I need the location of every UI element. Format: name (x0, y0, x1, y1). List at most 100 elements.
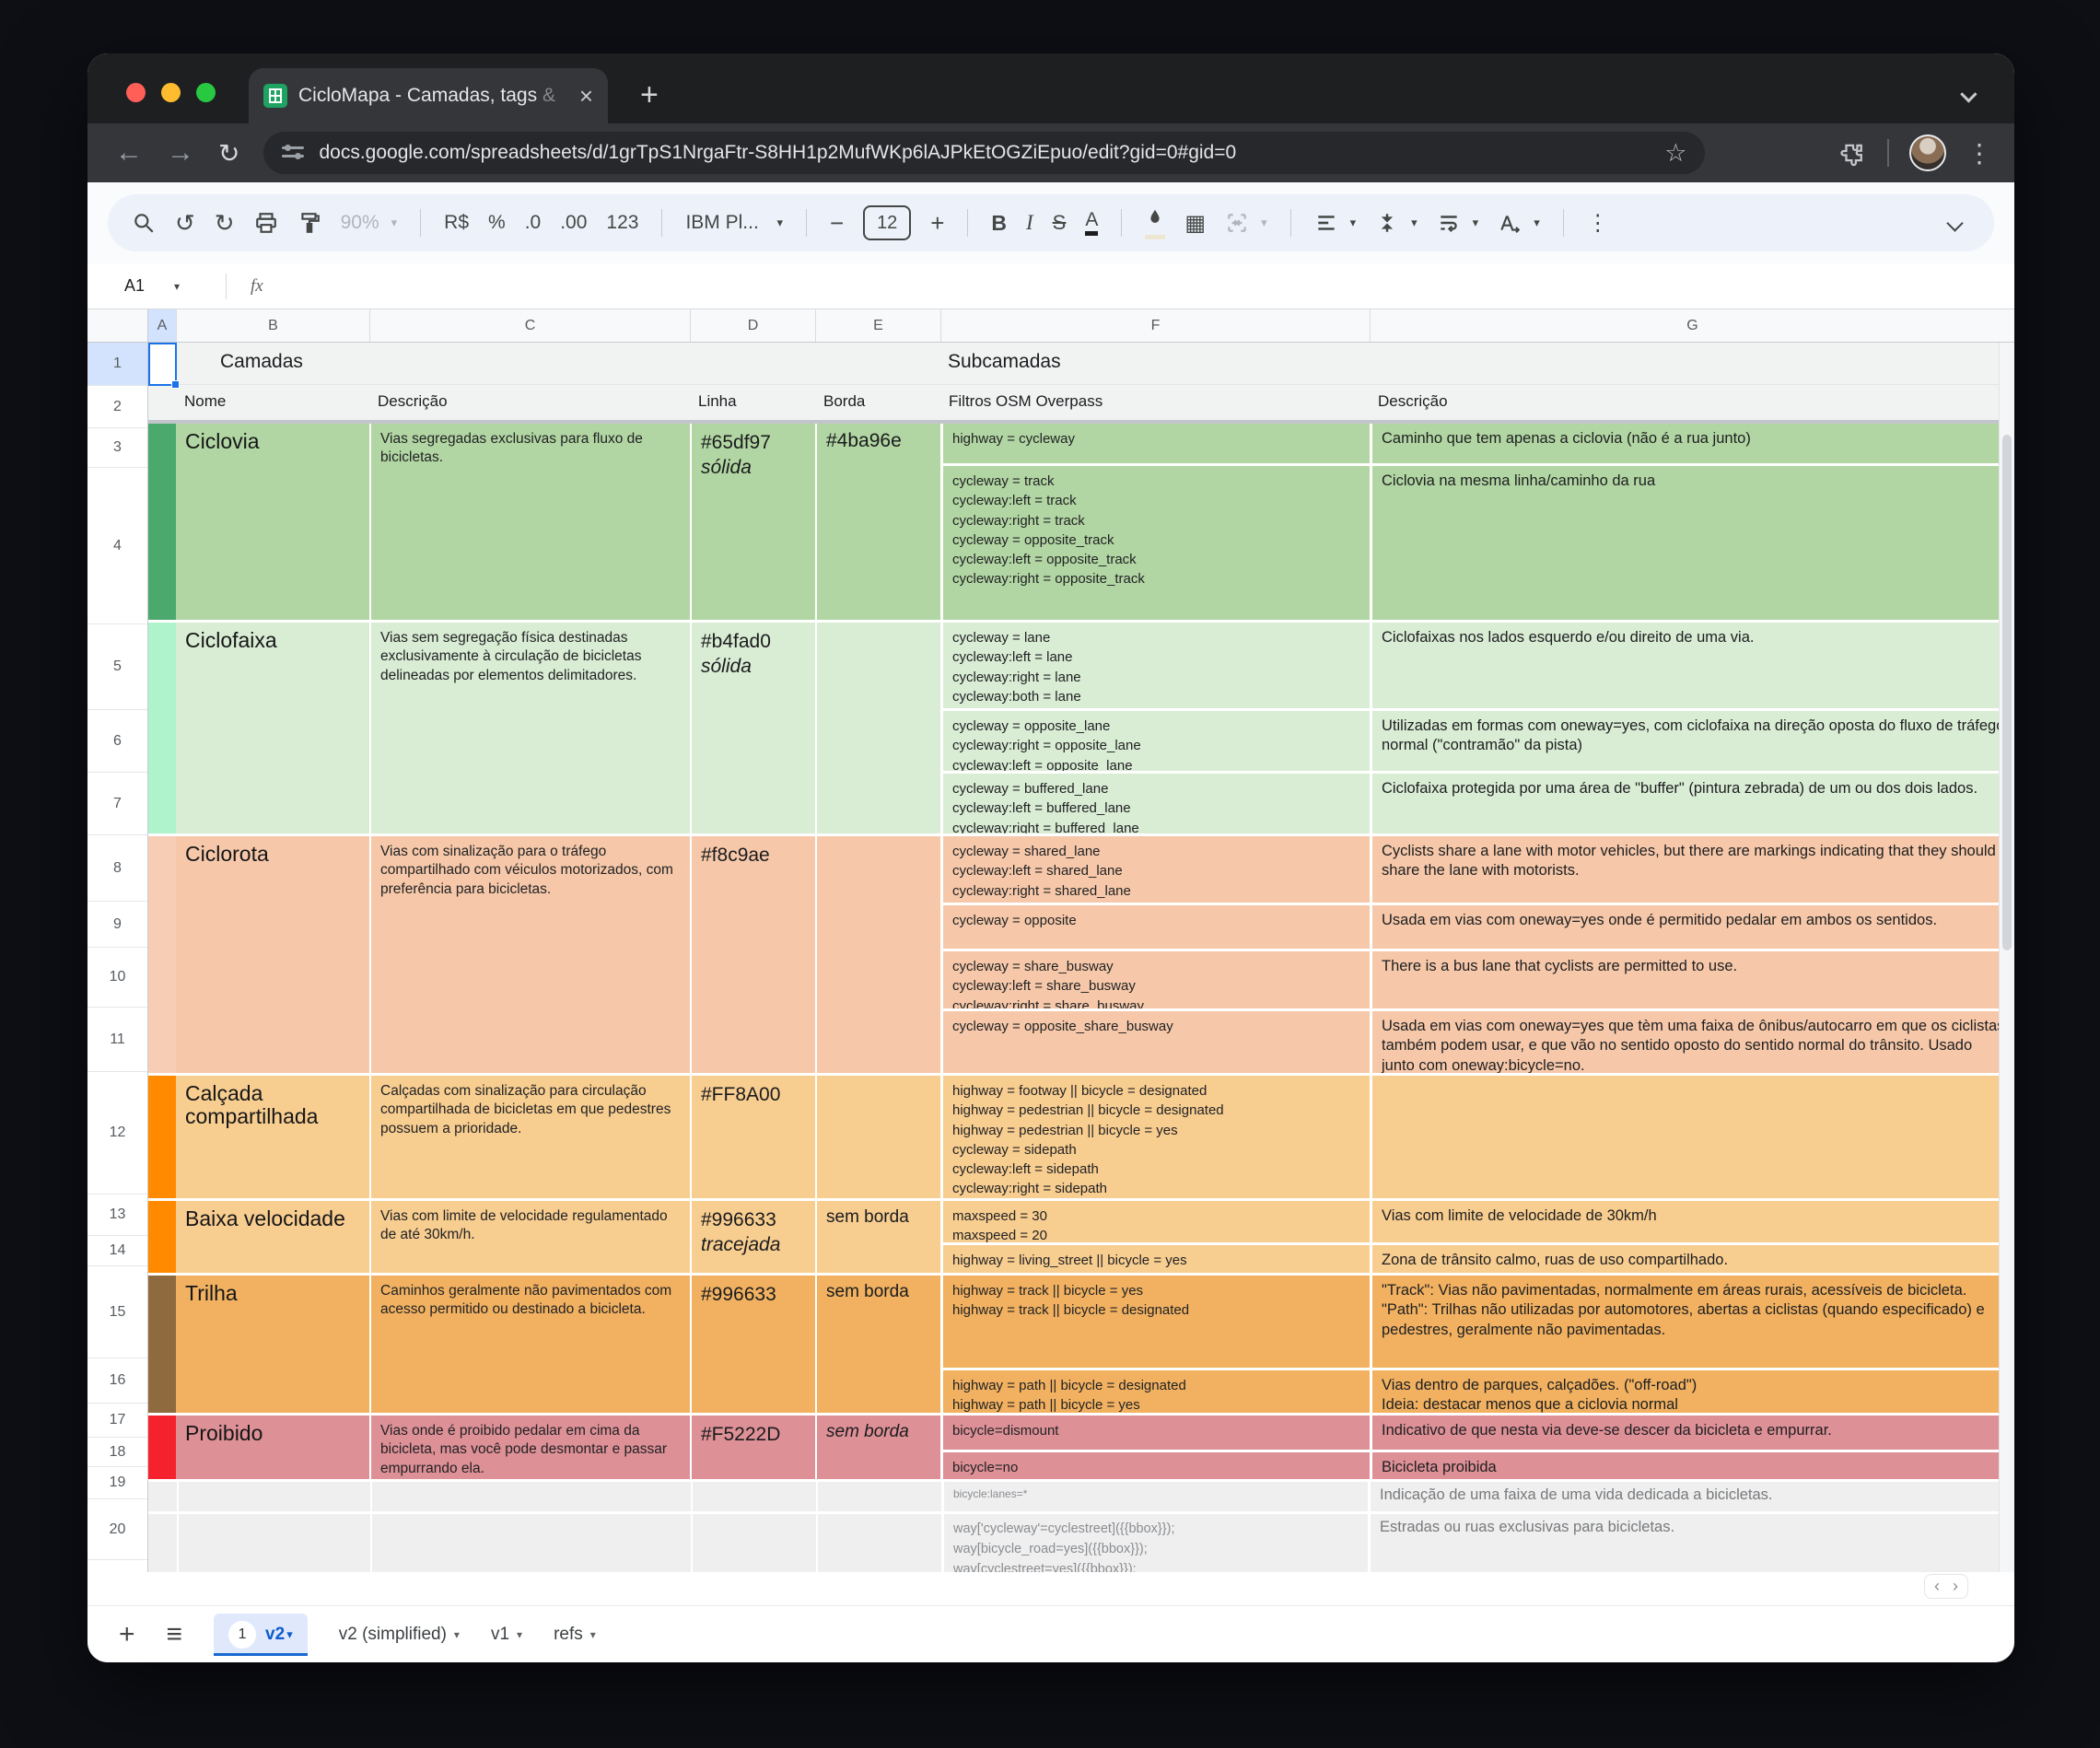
paint-format-icon[interactable] (298, 211, 321, 235)
row-header-6[interactable]: 6 (88, 710, 147, 773)
cell-nome[interactable]: Ciclofaixa (176, 623, 369, 833)
vertical-scrollbar[interactable] (1999, 343, 2014, 1572)
text-rotation-button[interactable] (1498, 211, 1522, 235)
cell-filtros[interactable]: highway = cycleway (943, 424, 1370, 463)
increase-font-size-button[interactable]: + (930, 209, 944, 238)
format-currency-button[interactable]: R$ (444, 212, 469, 234)
layer-color-strip[interactable] (148, 1201, 176, 1273)
layer-row-ciclofaixa[interactable]: Ciclofaixa Vias sem segregação física de… (148, 620, 2014, 833)
cell-filtros[interactable]: cycleway = shared_lane cycleway:left = s… (943, 836, 1370, 903)
cell-descricao[interactable]: Vias com limite de velocidade regulament… (369, 1201, 690, 1273)
cell-linha[interactable]: #996633 (690, 1276, 815, 1413)
cell-sub-descricao[interactable]: Bicicleta proibida (1370, 1452, 2014, 1479)
decrease-font-size-button[interactable]: − (830, 209, 844, 238)
search-icon[interactable] (132, 211, 156, 235)
undo-icon[interactable]: ↺ (175, 209, 195, 238)
cell-filtros[interactable]: bicycle:lanes=* (941, 1482, 1368, 1511)
fill-handle[interactable] (171, 380, 180, 389)
tab-search-button[interactable] (1954, 79, 1987, 112)
sheet-tab-v2[interactable]: 1 v2 ▾ (214, 1614, 308, 1656)
fill-color-button[interactable] (1145, 207, 1165, 239)
merge-cells-button[interactable] (1225, 211, 1249, 235)
cell-filtros[interactable]: cycleway = opposite_lane cycleway:right … (943, 711, 1370, 771)
close-tab-icon[interactable]: × (579, 84, 593, 108)
increase-decimals-button[interactable]: .00 (560, 212, 587, 234)
cell-descricao[interactable]: Vias sem segregação física destinadas ex… (369, 623, 690, 833)
row-header-1[interactable]: 1 (88, 343, 147, 386)
row-header-17[interactable]: 17 (88, 1404, 147, 1438)
layer-color-strip[interactable] (148, 623, 176, 833)
cell-borda[interactable] (815, 623, 940, 833)
cell-sub-descricao[interactable]: Caminho que tem apenas a ciclovia (não é… (1370, 424, 2014, 463)
cell-sub-descricao[interactable]: Estradas ou ruas exclusivas para bicicle… (1368, 1514, 2014, 1572)
more-toolbar-icon[interactable]: ⋮ (1587, 210, 1609, 237)
cell-filtros[interactable]: cycleway = opposite (943, 905, 1370, 949)
row-header-9[interactable]: 9 (88, 902, 147, 948)
browser-menu-icon[interactable]: ⋮ (1966, 138, 1992, 169)
cell-filtros[interactable]: cycleway = share_busway cycleway:left = … (943, 951, 1370, 1008)
minimize-window-button[interactable] (161, 83, 181, 102)
layer-color-strip[interactable] (148, 1076, 176, 1198)
cell-filtros[interactable]: maxspeed = 30 maxspeed = 20 (943, 1201, 1370, 1242)
column-header-g[interactable]: G (1371, 309, 2014, 342)
back-icon[interactable]: ← (115, 137, 143, 169)
row-header-5[interactable]: 5 (88, 624, 147, 710)
cell-sub-descricao[interactable]: There is a bus lane that cyclists are pe… (1370, 951, 2014, 1008)
cell-sub-descricao[interactable]: Usada em vias com oneway=yes que tèm uma… (1370, 1011, 2014, 1073)
row-header-3[interactable]: 3 (88, 428, 147, 468)
row-header-4[interactable]: 4 (88, 468, 147, 624)
cell-borda[interactable]: #4ba96e (815, 424, 940, 620)
cell-filtros[interactable]: cycleway = track cycleway:left = track c… (943, 466, 1370, 620)
scrollbar-thumb[interactable] (2002, 435, 2012, 950)
row-header-12[interactable]: 12 (88, 1072, 147, 1194)
column-header-e[interactable]: E (816, 309, 941, 342)
cell-nome[interactable]: Proibido (176, 1416, 369, 1479)
cell-borda[interactable]: sem borda (815, 1416, 940, 1479)
cell-linha[interactable]: #FF8A00 (690, 1076, 815, 1198)
forward-icon[interactable]: → (167, 137, 194, 169)
cell-descricao[interactable]: Caminhos geralmente não pavimentados com… (369, 1276, 690, 1413)
more-formats-button[interactable]: 123 (606, 212, 638, 234)
row-header-7[interactable]: 7 (88, 773, 147, 835)
column-header-f[interactable]: F (941, 309, 1371, 342)
layer-row-calcada-compartilhada[interactable]: Calçada compartilhada Calçadas com sinal… (148, 1073, 2014, 1198)
cell-sub-descricao[interactable]: Indicativo de que nesta via deve-se desc… (1370, 1416, 2014, 1450)
row-header-10[interactable]: 10 (88, 948, 147, 1008)
cell-filtros[interactable]: cycleway = opposite_share_busway (943, 1011, 1370, 1073)
cell-nome[interactable]: Baixa velocidade (176, 1201, 369, 1273)
column-header-d[interactable]: D (691, 309, 816, 342)
font-size-input[interactable]: 12 (863, 205, 911, 240)
text-color-button[interactable]: A (1085, 210, 1098, 236)
layer-row-trilha[interactable]: Trilha Caminhos geralmente não pavimenta… (148, 1273, 2014, 1413)
column-header-b[interactable]: B (177, 309, 370, 342)
bookmark-star-icon[interactable]: ☆ (1664, 139, 1686, 168)
borders-button[interactable]: ▦ (1184, 210, 1206, 237)
select-all-corner[interactable] (88, 309, 148, 342)
cell-nome[interactable]: Calçada compartilhada (176, 1076, 369, 1198)
layer-row-ciclorota[interactable]: Ciclorota Vias com sinalização para o tr… (148, 833, 2014, 1073)
scroll-left-icon[interactable]: ‹ (1934, 1577, 1940, 1596)
zoom-select[interactable]: 90% (341, 212, 379, 234)
row-header-13[interactable]: 13 (88, 1194, 147, 1236)
cell-linha[interactable]: #996633tracejada (690, 1201, 815, 1273)
cell-filtros[interactable]: way['cycleway'=cyclestreet]({{bbox}}); w… (941, 1514, 1368, 1572)
cell-sub-descricao[interactable]: Ciclovia na mesma linha/caminho da rua (1370, 466, 2014, 620)
decrease-decimals-button[interactable]: .0 (525, 212, 542, 234)
sheet-tab-v2-simplified[interactable]: v2 (simplified)▾ (339, 1625, 460, 1645)
horizontal-align-button[interactable] (1314, 211, 1338, 235)
browser-tab[interactable]: CicloMapa - Camadas, tags & × (249, 68, 608, 123)
cell-filtros[interactable]: highway = living_street || bicycle = yes (943, 1245, 1370, 1273)
new-tab-button[interactable]: + (640, 79, 659, 111)
close-window-button[interactable] (126, 83, 146, 102)
layer-row-baixa-velocidade[interactable]: Baixa velocidade Vias com limite de velo… (148, 1198, 2014, 1273)
italic-button[interactable]: I (1026, 211, 1033, 235)
row-header-19[interactable]: 19 (88, 1467, 147, 1499)
cell-borda[interactable] (815, 1076, 940, 1198)
name-box[interactable]: A1 (124, 276, 145, 296)
cell-descricao[interactable]: Vias segregadas exclusivas para fluxo de… (369, 424, 690, 620)
column-header-a[interactable]: A (148, 309, 177, 342)
row-header-16[interactable]: 16 (88, 1358, 147, 1404)
layer-color-strip[interactable] (148, 1416, 176, 1479)
cell-nome[interactable]: Ciclorota (176, 836, 369, 1073)
reload-icon[interactable]: ↻ (218, 138, 239, 169)
